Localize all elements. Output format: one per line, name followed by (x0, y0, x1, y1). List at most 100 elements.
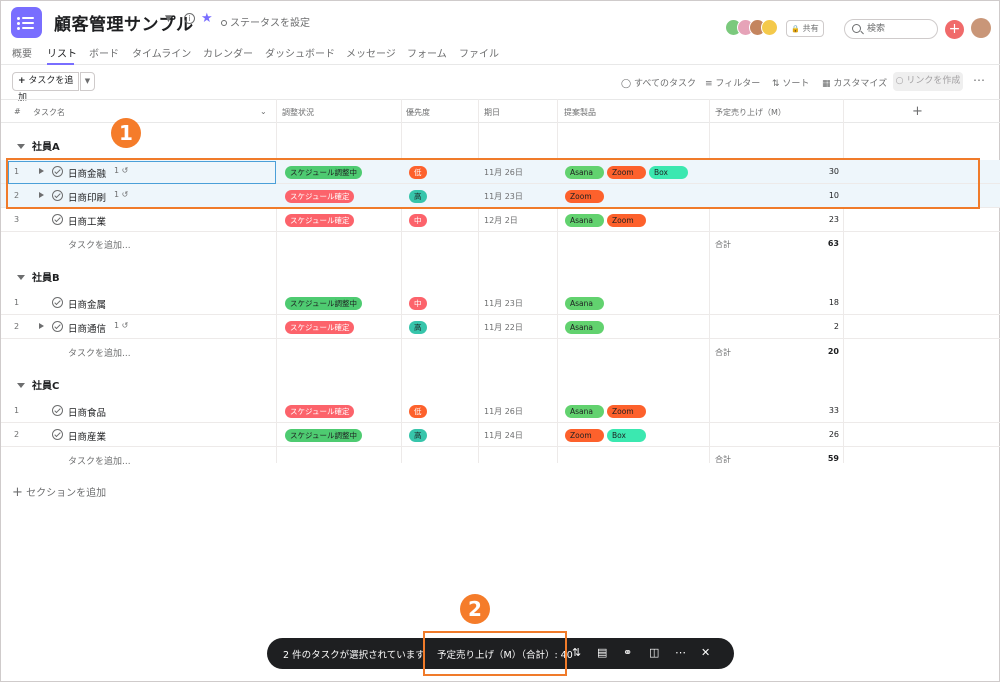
add-task-inline[interactable]: タスクを追加... (68, 346, 131, 359)
status-pill[interactable]: スケジュール確定 (285, 321, 355, 334)
section-header[interactable]: 社員C (17, 377, 59, 392)
chevron-down-icon[interactable]: ▼ (165, 14, 172, 24)
set-status-button[interactable]: ステータスを設定 (221, 14, 310, 29)
status-pill[interactable]: スケジュール調整中 (285, 429, 362, 442)
tab-timeline[interactable]: タイムライン (132, 45, 191, 60)
due-date[interactable]: 12月 2日 (484, 215, 518, 226)
priority-pill[interactable]: 高 (409, 429, 427, 442)
task-name[interactable]: 日商工業 (68, 214, 106, 228)
priority-pill[interactable]: 中 (409, 297, 427, 310)
complete-checkbox-icon[interactable] (52, 297, 63, 308)
table-row[interactable]: 3 日商工業 スケジュール確定 中 12月 2日 Asana Zoom 23 (1, 208, 1000, 232)
more-icon[interactable]: ⋯ (973, 73, 986, 87)
product-tag[interactable]: Asana (565, 297, 604, 310)
subtask-count[interactable]: 1 ↺ (114, 321, 128, 330)
table-row[interactable]: 2 日商産業 スケジュール調整中 高 11月 24日 Zoom Box 26 (1, 423, 1000, 447)
expand-subtasks-icon[interactable] (39, 323, 44, 329)
project-title[interactable]: 顧客管理サンプル (54, 10, 194, 35)
status-pill[interactable]: スケジュール確定 (285, 214, 355, 227)
add-task-dropdown[interactable]: ▼ (80, 72, 95, 91)
project-list-icon[interactable] (11, 7, 42, 38)
due-date[interactable]: 11月 23日 (484, 298, 523, 309)
priority-pill[interactable]: 高 (409, 321, 427, 334)
sales-value[interactable]: 23 (711, 215, 839, 224)
tab-messages[interactable]: メッセージ (346, 45, 396, 60)
collapse-icon[interactable] (17, 144, 25, 149)
add-section-button[interactable]: + セクションを追加 (12, 484, 106, 500)
table-row[interactable]: 2 日商通信 1 ↺ スケジュール確定 高 11月 22日 Asana 2 (1, 315, 1000, 339)
table-row[interactable]: 1 日商金属 スケジュール調整中 中 11月 23日 Asana 18 (1, 291, 1000, 315)
more-icon[interactable]: ⋯ (675, 646, 687, 659)
filter-button[interactable]: ≡ フィルター (705, 76, 760, 89)
add-task-inline[interactable]: タスクを追加... (68, 238, 131, 251)
task-name[interactable]: 日商産業 (68, 429, 106, 443)
trash-icon[interactable]: ◫ (649, 646, 659, 659)
product-tag[interactable]: Asana (565, 321, 604, 334)
collapse-icon[interactable] (17, 275, 25, 280)
add-column-icon[interactable]: + (912, 104, 923, 119)
col-date[interactable]: 期日 (484, 107, 500, 118)
search-input[interactable]: 検索 (844, 19, 938, 39)
sales-value[interactable]: 26 (711, 430, 839, 439)
product-tag[interactable]: Zoom (607, 214, 646, 227)
table-row[interactable]: 1 日商食品 スケジュール確定 低 11月 26日 Asana Zoom 33 (1, 399, 1000, 423)
create-link-button[interactable]: ○ リンクを作成 (893, 72, 963, 91)
tab-calendar[interactable]: カレンダー (203, 45, 253, 60)
customize-button[interactable]: ▦ カスタマイズ (822, 76, 887, 89)
sales-value[interactable]: 33 (711, 406, 839, 415)
product-tag[interactable]: Zoom (607, 405, 646, 418)
star-icon[interactable]: ★ (201, 11, 213, 26)
sum-highlight-box (423, 631, 567, 676)
col-task-name[interactable]: タスク名 (33, 107, 65, 118)
product-tag[interactable]: Zoom (565, 429, 604, 442)
collapse-icon[interactable] (17, 383, 25, 388)
col-priority[interactable]: 優先度 (406, 107, 430, 118)
tab-overview[interactable]: 概要 (12, 45, 32, 60)
tab-list[interactable]: リスト (47, 45, 77, 60)
task-name[interactable]: 日商金属 (68, 297, 106, 311)
sort-icon[interactable]: ⇅ (572, 646, 581, 659)
task-name[interactable]: 日商食品 (68, 405, 106, 419)
clipboard-icon[interactable]: ▤ (597, 646, 607, 659)
link-icon[interactable]: ⚭ (623, 646, 632, 659)
col-status[interactable]: 調整状況 (282, 107, 314, 118)
product-tag[interactable]: Asana (565, 405, 604, 418)
complete-checkbox-icon[interactable] (52, 214, 63, 225)
status-pill[interactable]: スケジュール確定 (285, 405, 355, 418)
user-avatar[interactable] (971, 18, 991, 38)
sort-button[interactable]: ⇅ ソート (772, 76, 809, 89)
due-date[interactable]: 11月 26日 (484, 406, 523, 417)
add-task-inline[interactable]: タスクを追加... (68, 454, 131, 467)
complete-checkbox-icon[interactable] (52, 429, 63, 440)
complete-checkbox-icon[interactable] (52, 405, 63, 416)
quick-add-button[interactable]: + (945, 20, 964, 39)
col-sales[interactable]: 予定売り上げ（M） (715, 107, 786, 118)
product-tag[interactable]: Asana (565, 214, 604, 227)
col-products[interactable]: 提案製品 (564, 107, 596, 118)
all-tasks-filter[interactable]: ◯ すべてのタスク (621, 76, 696, 89)
status-pill[interactable]: スケジュール調整中 (285, 297, 362, 310)
priority-pill[interactable]: 低 (409, 405, 427, 418)
product-tag[interactable]: Box (607, 429, 646, 442)
sales-value[interactable]: 18 (711, 298, 839, 307)
share-button[interactable]: 🔒 共有 (786, 20, 824, 37)
add-task-button[interactable]: + タスクを追加 (12, 72, 79, 103)
close-icon[interactable]: ✕ (701, 646, 710, 659)
section-name: 社員A (32, 142, 60, 153)
tab-forms[interactable]: フォーム (407, 45, 447, 60)
due-date[interactable]: 11月 22日 (484, 322, 523, 333)
chevron-down-icon[interactable]: ⌄ (260, 107, 267, 116)
tab-board[interactable]: ボード (89, 45, 119, 60)
column-header-row: # タスク名 ⌄ 調整状況 優先度 期日 提案製品 予定売り上げ（M） (1, 99, 1000, 123)
tab-files[interactable]: ファイル (459, 45, 499, 60)
due-date[interactable]: 11月 24日 (484, 430, 523, 441)
task-name[interactable]: 日商通信 (68, 321, 106, 335)
sales-value[interactable]: 2 (711, 322, 839, 331)
priority-pill[interactable]: 中 (409, 214, 427, 227)
tab-dashboard[interactable]: ダッシュボード (265, 45, 335, 60)
info-icon[interactable]: i (184, 13, 195, 24)
member-avatar[interactable] (761, 19, 778, 36)
section-header[interactable]: 社員B (17, 269, 60, 284)
section-header[interactable]: 社員A (17, 138, 60, 153)
complete-checkbox-icon[interactable] (52, 321, 63, 332)
